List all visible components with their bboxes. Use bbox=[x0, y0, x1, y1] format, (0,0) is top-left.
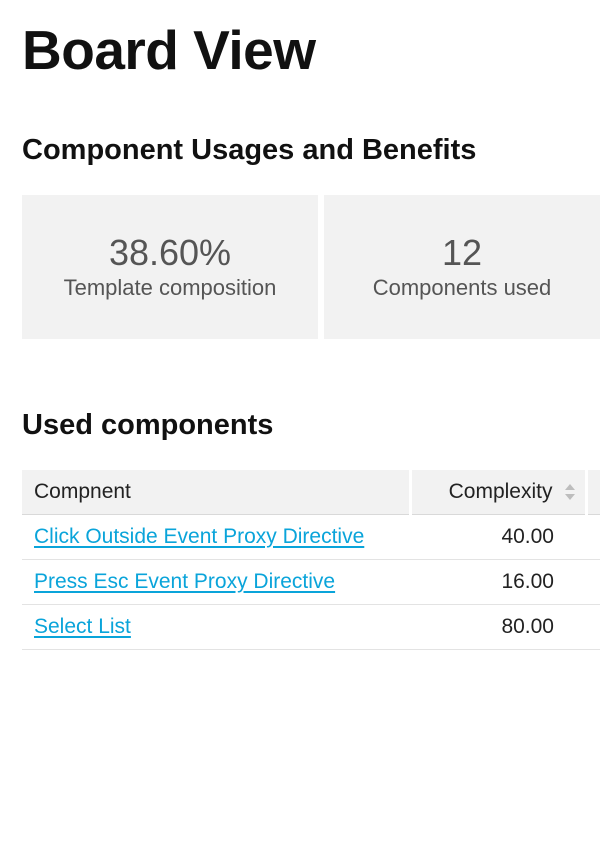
complexity-cell: 16.00 bbox=[410, 559, 586, 604]
page-title: Board View bbox=[22, 18, 600, 82]
column-header-extra[interactable] bbox=[586, 470, 600, 515]
benefits-heading: Component Usages and Benefits bbox=[22, 134, 600, 167]
stat-tile-template-composition: 38.60% Template composition bbox=[22, 195, 318, 339]
complexity-cell: 80.00 bbox=[410, 604, 586, 649]
column-header-complexity-label: Complexity bbox=[449, 480, 553, 503]
used-components-heading: Used components bbox=[22, 409, 600, 442]
stat-tile-components-used: 12 Components used bbox=[324, 195, 600, 339]
used-components-table: Compnent Complexity Click Outside Event … bbox=[22, 470, 600, 650]
column-header-complexity[interactable]: Complexity bbox=[410, 470, 586, 515]
component-link[interactable]: Click Outside Event Proxy Directive bbox=[34, 525, 364, 548]
sort-icon[interactable] bbox=[563, 483, 577, 501]
table-row: Select List 80.00 bbox=[22, 604, 600, 649]
stats-row: 38.60% Template composition 12 Component… bbox=[22, 195, 600, 339]
stat-label: Components used bbox=[373, 275, 552, 301]
table-row: Press Esc Event Proxy Directive 16.00 bbox=[22, 559, 600, 604]
stat-value: 38.60% bbox=[109, 233, 231, 273]
stat-value: 12 bbox=[442, 233, 482, 273]
component-link[interactable]: Select List bbox=[34, 615, 131, 638]
complexity-cell: 40.00 bbox=[410, 514, 586, 559]
column-header-component[interactable]: Compnent bbox=[22, 470, 410, 515]
table-row: Click Outside Event Proxy Directive 40.0… bbox=[22, 514, 600, 559]
stat-label: Template composition bbox=[64, 275, 277, 301]
component-link[interactable]: Press Esc Event Proxy Directive bbox=[34, 570, 335, 593]
